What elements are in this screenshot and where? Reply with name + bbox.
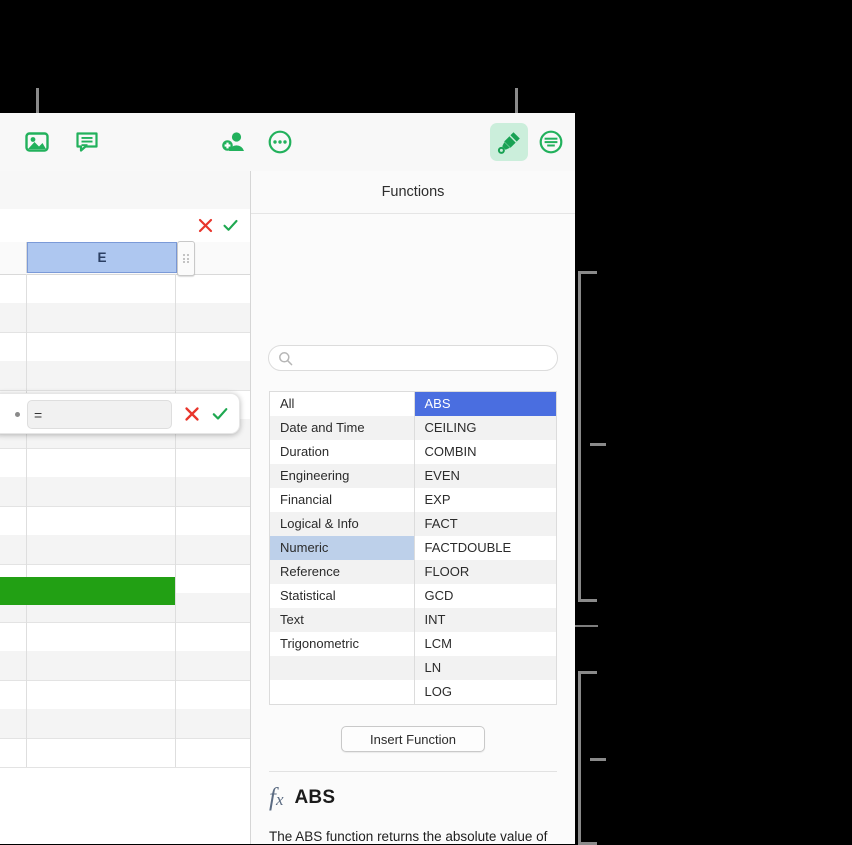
collaborate-button[interactable] [215,123,253,161]
table-row[interactable] [0,361,250,391]
toolbar [0,113,575,172]
category-item-all[interactable]: All [270,392,414,416]
screenshot-root: E [0,0,852,844]
function-browser: All Date and Time Duration Engineering F… [269,391,557,705]
more-button[interactable] [261,123,299,161]
category-item-duration[interactable]: Duration [270,440,414,464]
function-item-ln[interactable]: LN [415,656,557,680]
function-item-fact[interactable]: FACT [415,512,557,536]
grip-dots-icon [183,254,189,263]
function-item-floor[interactable]: FLOOR [415,560,557,584]
category-item-statistical[interactable]: Statistical [270,584,414,608]
formula-accept-icon[interactable] [222,217,239,239]
table-row[interactable] [0,535,250,565]
callout-bracket-function-list [578,271,597,602]
column-header-e[interactable]: E [27,242,177,273]
callout-tick-description [590,758,606,761]
category-item-empty [270,656,414,680]
function-list[interactable]: ABS CEILING COMBIN EVEN EXP FACT FACTDOU… [415,392,557,704]
table-row[interactable] [0,680,250,710]
search-input[interactable] [299,346,553,372]
collaborate-icon [221,130,247,154]
media-button[interactable] [18,123,56,161]
comment-button[interactable] [68,123,106,161]
category-item-logical-info[interactable]: Logical & Info [270,512,414,536]
formula-input[interactable]: = [27,400,172,429]
sheet-topbar [0,171,250,210]
function-description: fx ABS The ABS function returns the abso… [269,785,565,844]
category-item-numeric[interactable]: Numeric [270,536,414,560]
functions-panel: Functions All Date and Time Duration Eng… [251,171,575,844]
description-header: fx ABS [269,785,565,810]
table-row[interactable] [0,274,250,304]
formula-editor-popup[interactable]: = [0,393,240,434]
more-icon [268,130,292,154]
sheet-grid [0,274,250,844]
category-item-text[interactable]: Text [270,608,414,632]
function-item-factdouble[interactable]: FACTDOUBLE [415,536,557,560]
callout-tick-function-list [590,443,606,446]
media-icon [25,131,49,153]
spreadsheet-area: E [0,171,251,844]
format-brush-icon [497,130,522,155]
function-item-abs[interactable]: ABS [415,392,557,416]
organize-icon [539,130,563,154]
function-item-exp[interactable]: EXP [415,488,557,512]
formula-cancel-icon[interactable] [197,217,214,239]
panel-divider [269,771,557,772]
search-field[interactable] [268,345,558,371]
table-row[interactable] [0,477,250,507]
function-item-log[interactable]: LOG [415,680,557,704]
description-function-name: ABS [295,787,336,809]
category-item-reference[interactable]: Reference [270,560,414,584]
table-row[interactable] [0,651,250,681]
format-button[interactable] [490,123,528,161]
table-row[interactable] [0,506,250,536]
table-row[interactable] [0,738,250,768]
category-list[interactable]: All Date and Time Duration Engineering F… [270,392,415,704]
category-item-trigonometric[interactable]: Trigonometric [270,632,414,656]
category-item-engineering[interactable]: Engineering [270,464,414,488]
column-header-row: E [0,242,250,275]
panel-title: Functions [251,171,575,214]
fx-icon: fx [269,785,284,810]
function-item-int[interactable]: INT [415,608,557,632]
category-item-empty [270,680,414,704]
category-item-date-time[interactable]: Date and Time [270,416,414,440]
function-item-combin[interactable]: COMBIN [415,440,557,464]
function-item-gcd[interactable]: GCD [415,584,557,608]
insert-function-button[interactable]: Insert Function [341,726,485,752]
table-row[interactable] [0,303,250,333]
function-item-even[interactable]: EVEN [415,464,557,488]
table-row[interactable] [0,709,250,739]
comment-icon [75,131,99,153]
table-row[interactable] [0,448,250,478]
description-body: The ABS function returns the absolute va… [269,827,549,844]
category-item-financial[interactable]: Financial [270,488,414,512]
table-row[interactable] [0,622,250,652]
app-window: E [0,113,575,844]
function-item-lcm[interactable]: LCM [415,632,557,656]
organize-button[interactable] [532,123,570,161]
search-icon [278,351,293,371]
formula-bar [0,209,250,243]
popup-accept-icon[interactable] [211,405,229,428]
formula-bullet-icon [15,412,20,417]
row-header-corner [0,242,27,273]
popup-cancel-icon[interactable] [183,405,201,428]
column-resize-handle[interactable] [177,241,195,276]
highlighted-green-row[interactable] [0,577,175,605]
function-item-ceiling[interactable]: CEILING [415,416,557,440]
table-row[interactable] [0,332,250,362]
